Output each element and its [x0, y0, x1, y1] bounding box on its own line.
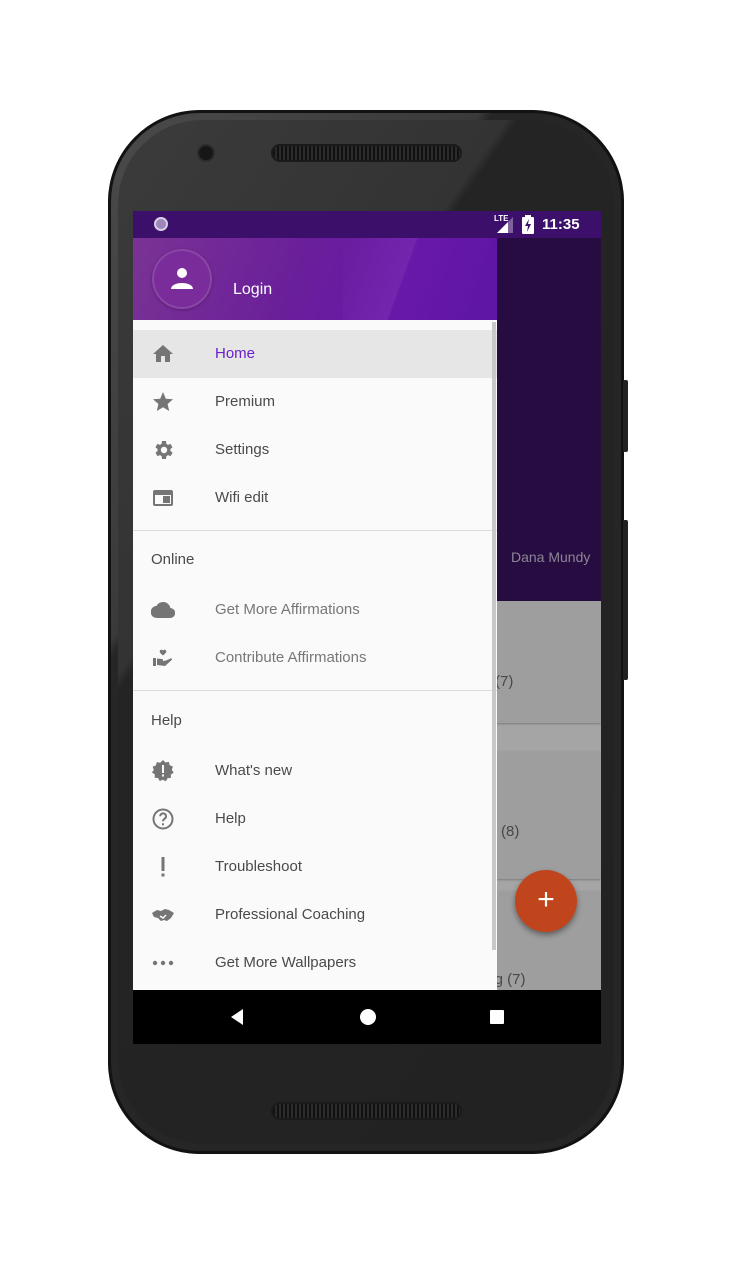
drawer-item-label: Home [215, 345, 256, 362]
drawer-item-label: Get More Affirmations [215, 601, 360, 618]
help-circle-icon [152, 808, 174, 830]
drawer-item-label: Premium [215, 393, 276, 410]
back-icon[interactable] [229, 1008, 245, 1026]
person-icon [171, 268, 193, 289]
drawer-item-label: Help [215, 810, 246, 827]
gear-icon [155, 441, 173, 459]
drawer-item-contribute-affirmations[interactable]: Contribute Affirmations [133, 634, 497, 682]
drawer-item-get-more-affirmations[interactable]: Get More Affirmations [133, 586, 497, 634]
home-circle-icon[interactable] [359, 1008, 377, 1026]
plus-icon: + [537, 883, 555, 916]
cloud-icon [151, 601, 175, 619]
section-title-help: Help [151, 712, 182, 729]
drawer-scrollbar[interactable] [492, 322, 496, 950]
recents-square-icon[interactable] [489, 1009, 505, 1025]
battery-charging-icon [522, 215, 534, 234]
drawer-item-label: Settings [215, 441, 270, 458]
header-sheen [343, 238, 497, 320]
drawer-item-professional-coaching[interactable]: Professional Coaching [133, 891, 497, 939]
drawer-item-label: Get More Wallpapers [215, 954, 357, 971]
drawer-item-label: Wifi edit [215, 489, 269, 506]
status-bar: LTE 11:35 [133, 211, 601, 238]
login-link[interactable]: Login [233, 281, 272, 299]
handshake-icon [152, 909, 174, 921]
drawer-item-label: Professional Coaching [215, 906, 366, 923]
drawer-header: Login [133, 238, 497, 320]
drawer-item-home[interactable]: Home [133, 330, 497, 378]
volume-button [623, 380, 628, 452]
screen: Dana Mundy (7) (8) ing (7) + LTE 11:35 L… [133, 211, 601, 1044]
power-button [623, 520, 628, 680]
more-dots-icon [152, 960, 174, 966]
top-speaker-grill [273, 146, 460, 160]
section-title-online: Online [151, 551, 195, 568]
add-fab-button[interactable]: + [515, 870, 577, 932]
drawer-item-label: What's new [215, 762, 293, 779]
bottom-speaker-grill [273, 1104, 460, 1118]
hand-heart-icon [153, 649, 172, 666]
drawer-item-troubleshoot[interactable]: Troubleshoot [133, 843, 497, 891]
drawer-item-label: Troubleshoot [215, 858, 302, 875]
drawer-item-wifi-edit[interactable]: Wifi edit [133, 474, 497, 522]
drawer-item-get-more-wallpapers[interactable]: Get More Wallpapers [133, 939, 497, 987]
status-time: 11:35 [542, 216, 580, 233]
drawer-divider [133, 690, 497, 691]
navigation-drawer: Login Home Premium Settings Wifi edit On… [133, 238, 497, 990]
drawer-item-help[interactable]: Help [133, 795, 497, 843]
home-icon [153, 345, 173, 362]
drawer-item-settings[interactable]: Settings [133, 426, 497, 474]
lte-signal-icon [497, 217, 513, 233]
wifi-edit-icon [153, 490, 173, 506]
avatar[interactable] [152, 249, 212, 309]
new-badge-icon [151, 760, 174, 782]
drawer-divider [133, 530, 497, 531]
exclamation-icon [161, 857, 165, 877]
drawer-item-label: Contribute Affirmations [215, 649, 367, 666]
circle-notification-icon [154, 217, 168, 231]
front-camera [199, 146, 213, 160]
system-nav-bar [133, 990, 601, 1044]
drawer-item-whats-new[interactable]: What's new [133, 747, 497, 795]
drawer-item-premium[interactable]: Premium [133, 378, 497, 426]
star-icon [153, 392, 173, 411]
